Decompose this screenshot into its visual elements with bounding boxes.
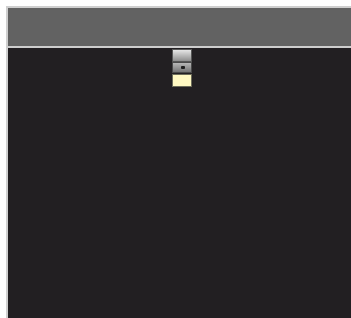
sprite-top-segment <box>172 49 192 62</box>
app-window <box>6 6 351 318</box>
sprite-bottom-segment <box>172 74 192 87</box>
sprite-middle-segment <box>172 62 192 73</box>
sprite-dot-icon <box>181 66 185 69</box>
main-canvas[interactable] <box>8 48 351 318</box>
header-bar <box>8 8 351 48</box>
stacked-block-sprite-icon[interactable] <box>172 49 192 88</box>
